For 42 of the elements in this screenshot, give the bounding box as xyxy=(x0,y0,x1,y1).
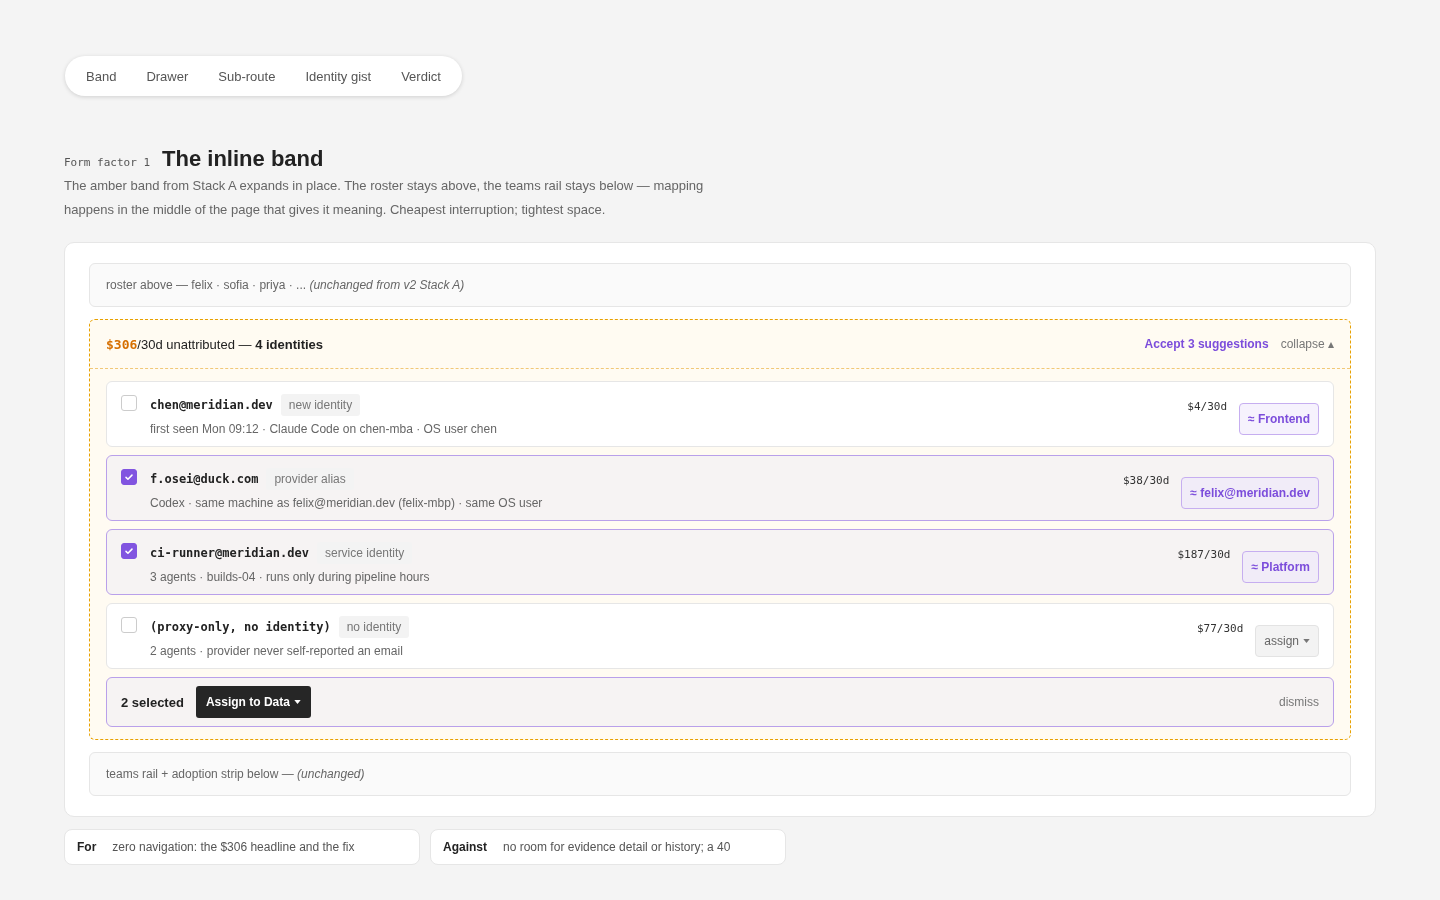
verdict-text: zero navigation: the $306 headline and the fix xyxy=(112,840,355,854)
assign-button[interactable]: Assign to Data xyxy=(195,686,311,718)
collapse-link[interactable]: collapse ▴ xyxy=(1280,337,1334,351)
selected-count: 2 selected xyxy=(121,694,184,710)
identity-email: chen@meridian.dev xyxy=(150,398,273,412)
assign-dropdown[interactable]: assign xyxy=(1255,625,1319,657)
suggestion-button[interactable]: ≈ felix@meridian.dev xyxy=(1181,477,1319,509)
roster-strip: roster above — felix · sofia · priya · ... (unchanged from v2 Stack A) xyxy=(89,263,1351,307)
band-headline: $306/30d unattributed — 4 identities xyxy=(106,336,324,352)
suggestion-button[interactable]: ≈ Frontend xyxy=(1239,403,1319,435)
caret-icon xyxy=(293,700,301,704)
checkbox[interactable] xyxy=(121,469,137,485)
identity-email: f.osei@duck.com xyxy=(150,472,259,486)
verdict-label: Against xyxy=(443,840,487,854)
cost-amount: $38/30d xyxy=(1122,474,1170,487)
checkbox[interactable] xyxy=(121,543,137,559)
identity-detail: 3 agents · builds-04 · runs only during pipeline hours xyxy=(150,570,431,584)
dismiss-link[interactable]: dismiss xyxy=(1279,695,1319,709)
identity-email: (proxy-only, no identity) xyxy=(150,620,331,634)
identity-tag: new identity xyxy=(280,394,361,416)
identity-detail: Codex · same machine as felix@meridian.dev (felix-mbp) · same OS user xyxy=(150,496,544,510)
cost-amount: $77/30d xyxy=(1196,622,1244,635)
identity-email: ci-runner@meridian.dev xyxy=(150,546,309,560)
section-eyebrow: Form factor 1 xyxy=(64,156,151,169)
identity-tag: no identity xyxy=(338,616,410,638)
accept-suggestions-link[interactable]: Accept 3 suggestions xyxy=(1144,337,1269,351)
tab[interactable]: Verdict xyxy=(386,62,456,90)
tab[interactable]: Band xyxy=(71,62,132,90)
verdict-text: no room for evidence detail or history; a 40 xyxy=(503,840,731,854)
caret-icon xyxy=(1303,639,1310,643)
tab[interactable]: Drawer xyxy=(131,62,204,90)
cost-amount: $4/30d xyxy=(1187,400,1228,413)
section-title: The inline band xyxy=(162,146,324,172)
suggestion-button[interactable]: ≈ Platform xyxy=(1242,551,1319,583)
verdict-label: For xyxy=(77,840,97,854)
teams-strip: teams rail + adoption strip below — (unchanged) xyxy=(89,752,1351,796)
section-description: The amber band from Stack A expands in place. The roster stays above, the teams rail stays below — mapping happens in the middle of the page that gives it meaning. Cheapest interruption; tightest space. xyxy=(64,177,705,219)
identity-detail: first seen Mon 09:12 · Claude Code on chen-mba · OS user chen xyxy=(150,422,498,436)
cost-amount: $187/30d xyxy=(1177,548,1231,561)
tab[interactable]: Sub-route xyxy=(203,62,291,90)
identity-detail: 2 agents · provider never self-reported an email xyxy=(150,644,404,658)
tab[interactable]: Identity gist xyxy=(290,62,387,90)
